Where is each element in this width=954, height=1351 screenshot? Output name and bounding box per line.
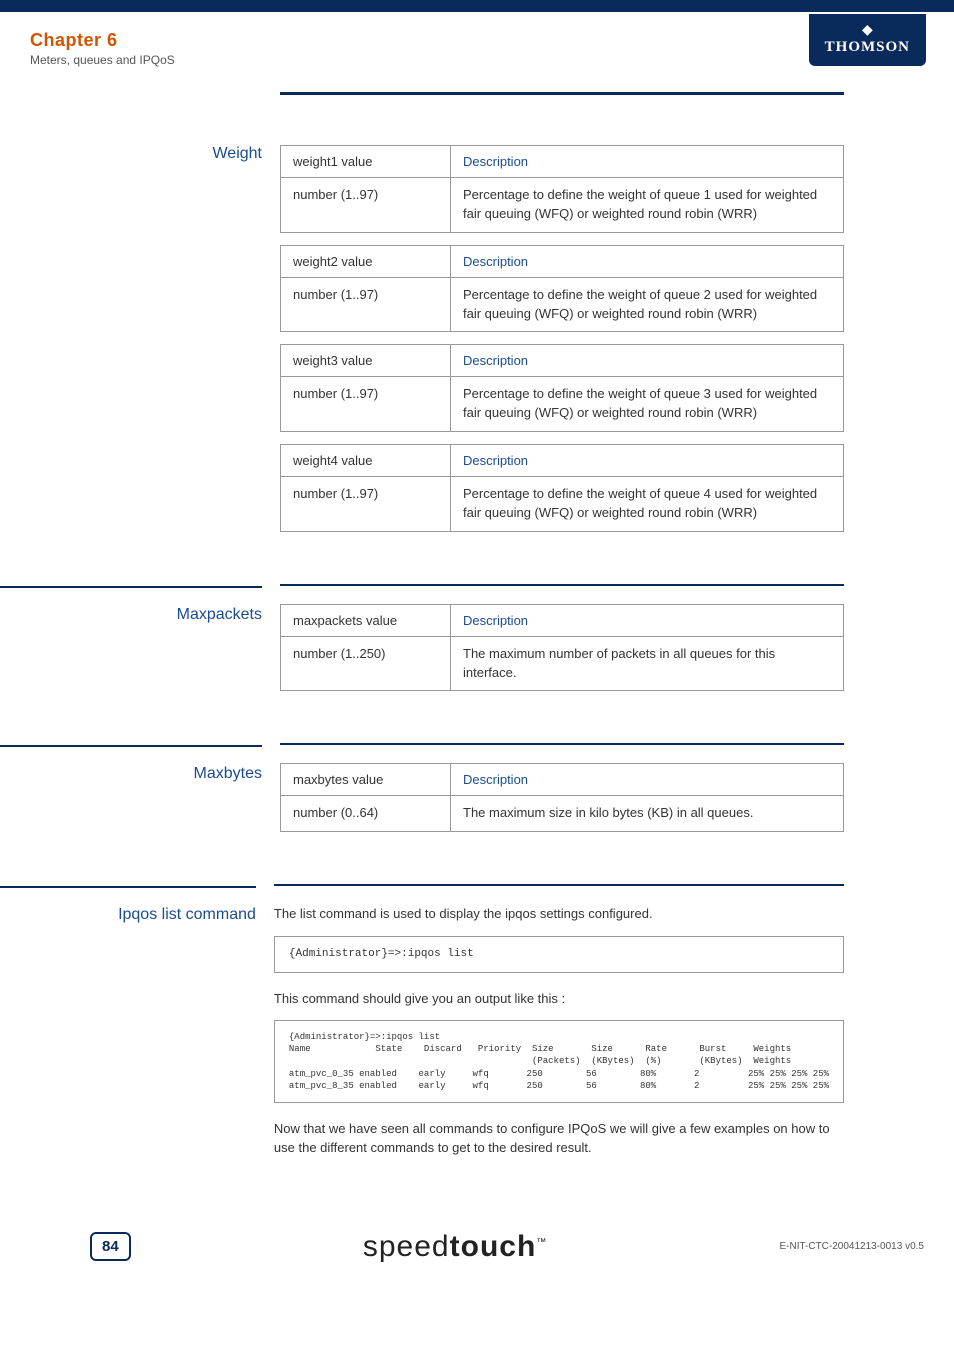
th-description: Description	[451, 604, 844, 636]
section-weight: Weight weight1 valueDescription number (…	[0, 145, 844, 544]
section-title-maxbytes: Maxbytes	[0, 743, 280, 844]
td-weight4-value: number (1..97)	[281, 477, 451, 532]
top-bar	[0, 0, 954, 12]
td-maxpackets-value: number (1..250)	[281, 636, 451, 691]
table-weight2: weight2 valueDescription number (1..97)P…	[280, 245, 844, 333]
table-weight4: weight4 valueDescription number (1..97)P…	[280, 444, 844, 532]
th-maxpackets-value: maxpackets value	[281, 604, 451, 636]
section-body-ipqos: The list command is used to display the …	[274, 884, 844, 1170]
td-weight2-desc: Percentage to define the weight of queue…	[451, 277, 844, 332]
trademark-icon: ™	[536, 1237, 547, 1248]
section-title-weight: Weight	[0, 145, 280, 544]
th-maxbytes-value: maxbytes value	[281, 764, 451, 796]
th-description: Description	[451, 764, 844, 796]
section-maxpackets: Maxpackets maxpackets valueDescription n…	[0, 584, 844, 704]
section-body-weight: weight1 valueDescription number (1..97)P…	[280, 145, 844, 544]
code-block-command: {Administrator}=>:ipqos list	[274, 936, 844, 973]
maxbytes-label: Maxbytes	[194, 765, 262, 782]
td-weight3-value: number (1..97)	[281, 377, 451, 432]
code-block-output: {Administrator}=>:ipqos list Name State …	[274, 1020, 844, 1103]
page-number: 84	[90, 1232, 131, 1261]
td-maxpackets-desc: The maximum number of packets in all que…	[451, 636, 844, 691]
chapter-title: Chapter 6	[30, 30, 924, 51]
th-description: Description	[451, 245, 844, 277]
th-weight4-value: weight4 value	[281, 445, 451, 477]
td-weight2-value: number (1..97)	[281, 277, 451, 332]
brand-touch: touch	[450, 1230, 537, 1263]
ipqos-intro: The list command is used to display the …	[274, 904, 844, 924]
td-weight1-desc: Percentage to define the weight of queue…	[451, 178, 844, 233]
section-body-maxbytes: maxbytes valueDescription number (0..64)…	[280, 743, 844, 844]
ipqos-after-code: This command should give you an output l…	[274, 989, 844, 1009]
doc-id: E-NIT-CTC-20041213-0013 v0.5	[779, 1241, 924, 1252]
brand-name: THOMSON	[825, 39, 910, 55]
td-weight1-value: number (1..97)	[281, 178, 451, 233]
page-header: Chapter 6 Meters, queues and IPQoS ◆ THO…	[0, 12, 954, 92]
brand-icon: ◆	[825, 24, 910, 38]
ipqos-label: Ipqos list command	[118, 906, 256, 923]
maxpackets-label: Maxpackets	[177, 606, 262, 623]
page-content: Weight weight1 valueDescription number (…	[0, 95, 954, 1210]
section-body-maxpackets: maxpackets valueDescription number (1..2…	[280, 584, 844, 704]
section-title-ipqos: Ipqos list command	[0, 884, 274, 1170]
th-weight1-value: weight1 value	[281, 146, 451, 178]
th-weight3-value: weight3 value	[281, 345, 451, 377]
brand-badge: ◆ THOMSON	[809, 14, 926, 66]
table-maxbytes: maxbytes valueDescription number (0..64)…	[280, 763, 844, 832]
th-description: Description	[451, 345, 844, 377]
section-maxbytes: Maxbytes maxbytes valueDescription numbe…	[0, 743, 844, 844]
table-weight1: weight1 valueDescription number (1..97)P…	[280, 145, 844, 233]
footer-brand: speedtouch™	[131, 1230, 780, 1264]
td-maxbytes-value: number (0..64)	[281, 796, 451, 832]
td-maxbytes-desc: The maximum size in kilo bytes (KB) in a…	[451, 796, 844, 832]
td-weight3-desc: Percentage to define the weight of queue…	[451, 377, 844, 432]
page-footer: 84 speedtouch™ E-NIT-CTC-20041213-0013 v…	[0, 1210, 954, 1304]
section-title-maxpackets: Maxpackets	[0, 584, 280, 704]
ipqos-outro: Now that we have seen all commands to co…	[274, 1119, 844, 1158]
th-description: Description	[451, 146, 844, 178]
th-weight2-value: weight2 value	[281, 245, 451, 277]
brand-speed: speed	[363, 1230, 450, 1263]
th-description: Description	[451, 445, 844, 477]
table-maxpackets: maxpackets valueDescription number (1..2…	[280, 604, 844, 692]
chapter-subtitle: Meters, queues and IPQoS	[30, 53, 924, 67]
table-weight3: weight3 valueDescription number (1..97)P…	[280, 344, 844, 432]
section-ipqos: Ipqos list command The list command is u…	[0, 884, 844, 1170]
td-weight4-desc: Percentage to define the weight of queue…	[451, 477, 844, 532]
